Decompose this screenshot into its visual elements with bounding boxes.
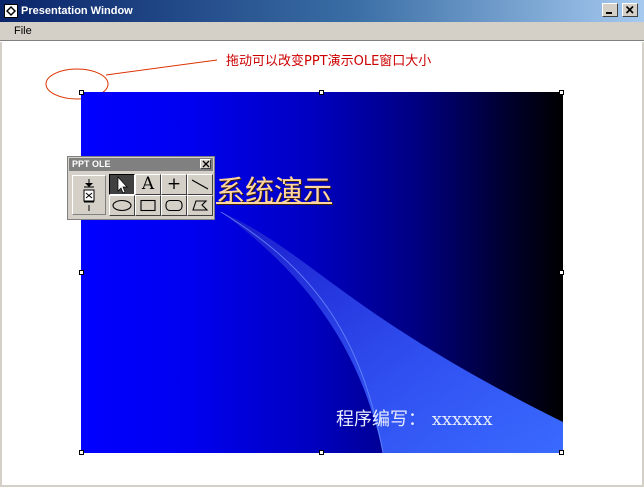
resize-handle-right[interactable] [559,270,564,275]
rectangle-tool[interactable] [135,195,161,216]
minimize-button[interactable] [602,3,618,17]
title-bar[interactable]: Presentation Window [0,0,644,22]
annotation-text: 拖动可以改变PPT演示OLE窗口大小 [226,54,432,69]
ellipse-tool[interactable] [109,195,135,216]
crosshair-icon: + [166,174,182,194]
run-slideshow-button[interactable] [72,175,106,215]
line-tool[interactable] [187,174,213,195]
text-tool[interactable]: A [135,174,161,195]
resize-handle-bottom-left[interactable] [79,450,84,455]
pointer-tool[interactable] [109,174,135,195]
app-icon[interactable] [4,4,18,18]
text-icon: A [141,174,155,194]
slide-decoration [220,211,563,453]
window-title: Presentation Window [21,5,133,17]
line-icon [191,179,209,190]
close-icon [625,5,634,14]
annotation-line [105,59,218,76]
slideshow-icon [83,179,95,211]
resize-handle-top[interactable] [319,90,324,95]
rectangle-icon [140,199,156,212]
freeform-tool[interactable] [187,195,213,216]
rounded-rectangle-tool[interactable] [161,195,187,216]
menu-file[interactable]: File [14,24,32,38]
toolbox-title-bar[interactable]: PPT OLE [69,158,213,171]
resize-handle-top-left[interactable] [79,90,84,95]
minimize-icon [606,12,612,14]
close-icon [202,160,210,168]
menu-bar: File [0,22,644,40]
resize-handle-top-right[interactable] [559,90,564,95]
resize-handle-bottom-right[interactable] [559,450,564,455]
arrow-cursor-icon [117,176,128,194]
slide-author: 程序编写： xxxxxx [336,409,493,430]
ppt-slide[interactable]: 系统演示 程序编写： xxxxxx [81,92,563,453]
presentation-window: Presentation Window File 拖动可以改变PPT演示OLE窗… [0,0,644,487]
cross-tool[interactable]: + [161,174,187,195]
toolbox-close-button[interactable] [200,159,211,169]
resize-handle-left[interactable] [79,270,84,275]
ellipse-icon [112,199,132,212]
rounded-rectangle-icon [165,199,183,212]
freeform-icon [192,200,209,211]
close-button[interactable] [622,3,638,17]
client-area: 拖动可以改变PPT演示OLE窗口大小 系统演示 程序编写： xxxxxx PPT… [2,42,642,485]
slide-title: 系统演示 [216,174,333,208]
resize-handle-bottom[interactable] [319,450,324,455]
toolbox-title: PPT OLE [72,159,111,169]
ppt-ole-toolbox[interactable]: PPT OLE A + [67,156,215,220]
